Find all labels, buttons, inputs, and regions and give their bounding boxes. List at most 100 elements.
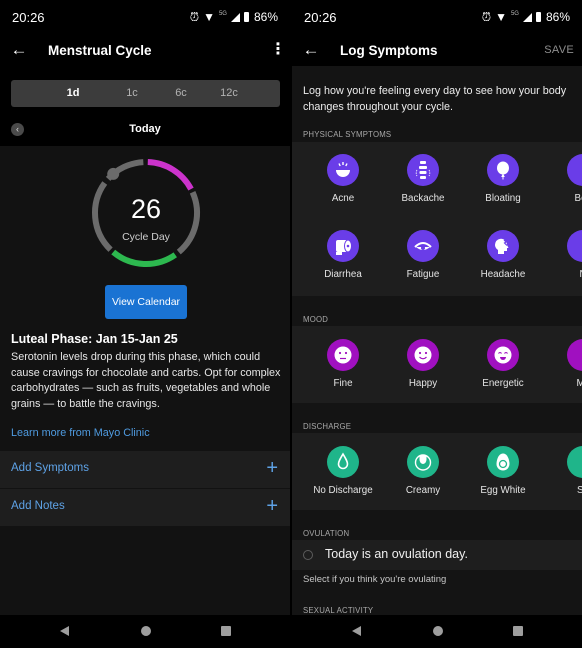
headache-icon	[487, 230, 519, 262]
section-label-physical: PHYSICAL SYMPTOMS	[303, 130, 392, 139]
egg-icon	[487, 446, 519, 478]
wifi-icon: ▼	[203, 10, 215, 24]
energetic-face-icon	[487, 339, 519, 371]
more-options-icon[interactable]: ⋮	[266, 42, 290, 58]
range-tab-6c[interactable]: 6c	[166, 80, 196, 107]
symptom-item-label: Creamy	[405, 485, 441, 496]
symptom-item-label: Fatigue	[406, 269, 440, 280]
symptom-item-mc[interactable]: Mc	[543, 339, 582, 389]
range-header: 1d 1c 6c 12c ‹ Today	[0, 66, 290, 146]
wifi-icon: ▼	[495, 10, 507, 24]
battery-icon	[243, 12, 249, 22]
intro-text: Log how you're feeling every day to see …	[303, 85, 567, 113]
ovulation-radio[interactable]	[303, 550, 313, 560]
section-label-discharge: DISCHARGE	[303, 422, 352, 431]
symptom-item-fatigue[interactable]: Fatigue	[383, 230, 463, 280]
section-label-ovulation: OVULATION	[303, 529, 350, 538]
plus-icon[interactable]: +	[266, 495, 278, 517]
status-bar: 20:26 ⏰︎ ▼ 5G 86%	[0, 0, 290, 34]
back-arrow-icon[interactable]: ←	[292, 40, 330, 60]
battery-level: 86%	[545, 10, 570, 24]
learn-more-link[interactable]: Learn more from Mayo Clinic	[11, 427, 150, 439]
partial-icon	[567, 339, 582, 371]
range-selector: 1d 1c 6c 12c	[11, 80, 280, 107]
log-symptoms-screen: 20:26 ⏰︎ ▼ 5G 86% ← Log Symptoms SAVE Lo…	[292, 0, 582, 648]
add-symptoms-label: Add Symptoms	[11, 462, 89, 474]
partial-icon	[567, 446, 582, 478]
network-label: 5G	[218, 11, 227, 17]
alarm-icon: ⏰︎	[189, 9, 200, 24]
symptom-item-creamy[interactable]: Creamy	[383, 446, 463, 496]
nav-recents-icon[interactable]	[513, 626, 523, 636]
symptom-item-egg-white[interactable]: Egg White	[463, 446, 543, 496]
symptom-item-label: Fine	[333, 378, 353, 389]
add-notes-label: Add Notes	[11, 500, 65, 512]
log-symptoms-body: Log how you're feeling every day to see …	[292, 66, 582, 615]
current-day-marker	[107, 167, 120, 180]
phase-description: Serotonin levels drop during this phase,…	[11, 351, 281, 411]
plus-icon[interactable]: +	[266, 457, 278, 479]
creamy-icon	[407, 446, 439, 478]
symptom-item-sp[interactable]: Sp	[543, 446, 582, 496]
symptom-item-n[interactable]: N	[543, 230, 582, 280]
symptom-item-label: Happy	[408, 378, 438, 389]
app-bar: ← Menstrual Cycle ⋮	[0, 34, 290, 66]
symptom-item-happy[interactable]: Happy	[383, 339, 463, 389]
symptom-item-fine[interactable]: Fine	[303, 339, 383, 389]
physical-symptoms-card: Acne Backache Bloating Boc Diarrhea Fatigue He…	[292, 142, 582, 296]
symptom-item-label: No Discharge	[313, 485, 373, 496]
smile-face-icon	[407, 339, 439, 371]
symptom-item-headache[interactable]: Headache	[463, 230, 543, 280]
page-title: Log Symptoms	[340, 42, 438, 58]
nav-home-icon[interactable]	[433, 626, 443, 636]
symptom-item-acne[interactable]: Acne	[303, 154, 383, 204]
ovulation-option-label: Today is an ovulation day.	[325, 547, 468, 561]
symptom-item-energetic[interactable]: Energetic	[463, 339, 543, 389]
nav-home-icon[interactable]	[141, 626, 151, 636]
nav-back-icon[interactable]	[60, 626, 69, 636]
add-notes-row[interactable]: Add Notes +	[0, 489, 290, 526]
partial-icon	[567, 154, 582, 186]
ring-segment-fertile	[111, 249, 177, 267]
acne-icon	[327, 154, 359, 186]
section-label-sexual-activity: SEXUAL ACTIVITY	[303, 606, 374, 615]
system-nav-bar	[0, 615, 290, 648]
ovulation-hint: Select if you think you're ovulating	[303, 574, 447, 585]
nav-recents-icon[interactable]	[221, 626, 231, 636]
network-label: 5G	[510, 11, 519, 17]
back-arrow-icon[interactable]: ←	[0, 40, 38, 60]
signal-icon	[522, 12, 532, 22]
add-symptoms-row[interactable]: Add Symptoms +	[0, 451, 290, 488]
neutral-face-icon	[327, 339, 359, 371]
symptom-item-bloating[interactable]: Bloating	[463, 154, 543, 204]
fatigue-icon	[407, 230, 439, 262]
ovulation-option-row[interactable]: Today is an ovulation day.	[292, 540, 582, 570]
page-title: Menstrual Cycle	[48, 42, 152, 58]
view-calendar-button[interactable]: View Calendar	[105, 285, 187, 319]
cycle-day-caption: Cycle Day	[122, 231, 170, 243]
symptom-item-label: Bloating	[485, 193, 521, 204]
day-navigation: ‹ Today	[0, 121, 290, 139]
symptom-item-label: Headache	[480, 269, 526, 280]
symptom-item-diarrhea[interactable]: Diarrhea	[303, 230, 383, 280]
symptom-item-label: Mc	[576, 378, 582, 389]
status-icons: ⏰︎ ▼ 5G 86%	[482, 10, 570, 25]
battery-icon	[535, 12, 541, 22]
range-tab-12c[interactable]: 12c	[214, 80, 244, 107]
battery-level: 86%	[253, 10, 278, 24]
symptom-item-no-discharge[interactable]: No Discharge	[303, 446, 383, 496]
cycle-ring: 26 Cycle Day	[86, 153, 206, 273]
symptom-item-label: Energetic	[482, 378, 524, 389]
range-tab-1d[interactable]: 1d	[58, 80, 88, 107]
status-bar: 20:26 ⏰︎ ▼ 5G 86%	[292, 0, 582, 34]
ring-segment-period	[147, 159, 194, 191]
symptom-item-label: Egg White	[480, 485, 526, 496]
save-button[interactable]: SAVE	[544, 44, 574, 56]
nav-back-icon[interactable]	[352, 626, 361, 636]
range-tab-1c[interactable]: 1c	[117, 80, 147, 107]
diarrhea-icon	[327, 230, 359, 262]
symptom-item-boc[interactable]: Boc	[543, 154, 582, 204]
symptom-item-label: Acne	[331, 193, 355, 204]
symptom-item-label: N	[543, 269, 582, 280]
symptom-item-backache[interactable]: Backache	[383, 154, 463, 204]
